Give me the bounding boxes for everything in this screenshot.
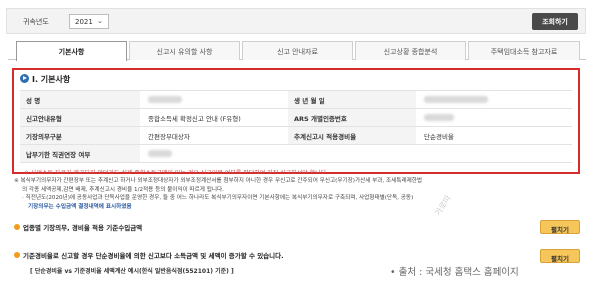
label-bookkeeping: 기장의무구분 bbox=[20, 126, 140, 145]
tab-bar: 기본사항 신고시 유의할 사항 신고 안내자료 신고상황 종합분석 주택임대소득… bbox=[8, 41, 586, 61]
item-criteria: 업종별 기장의무, 경비율 적용 기준수입금액 bbox=[14, 222, 142, 232]
item-standard-rate: 기준경비율로 신고할 경우 단순경비율에 의한 신고보다 소득금액 및 세액이 … bbox=[14, 250, 284, 260]
value-birthdate bbox=[416, 90, 572, 109]
value-expense-rate: 단순경비율 bbox=[416, 126, 572, 145]
label-deadline-extension: 납부기한 직권연장 여부 bbox=[20, 144, 140, 163]
bullet-icon bbox=[14, 252, 20, 258]
table-row: 신고안내유형 종합소득세 확정신고 안내 (F유형) ARS 개별인증번호 bbox=[20, 108, 572, 127]
value-ars bbox=[416, 108, 572, 127]
year-label: 귀속년도 bbox=[23, 18, 49, 26]
blurred-value bbox=[424, 96, 488, 103]
value-name bbox=[140, 90, 288, 109]
blurred-value bbox=[424, 114, 454, 121]
source-caption: • 출처 : 국세청 홈택스 홈페이지 bbox=[390, 267, 519, 278]
blurred-value bbox=[148, 96, 182, 103]
section-title: Ⅰ. 기본사항 bbox=[20, 74, 70, 85]
bullet-icon bbox=[14, 224, 20, 230]
value-deadline-extension bbox=[140, 144, 288, 163]
expand-button[interactable]: 펼치기 bbox=[540, 220, 580, 234]
basic-info-section: Ⅰ. 기본사항 성 명 생 년 월 일 신고안내유형 종합소득세 확정신고 안내… bbox=[12, 68, 580, 174]
label-name: 성 명 bbox=[20, 90, 140, 109]
info-table: 성 명 생 년 월 일 신고안내유형 종합소득세 확정신고 안내 (F유형) A… bbox=[20, 90, 572, 163]
chevron-down-icon: ⌄ bbox=[97, 17, 103, 25]
lookup-button[interactable]: 조회하기 bbox=[532, 13, 578, 30]
note-line: ※ 복식부기의무자가 간편장부 또는 추계신고 하거나 외부조정대상자가 외부조… bbox=[14, 178, 423, 184]
tab-basic-info[interactable]: 기본사항 bbox=[16, 41, 127, 61]
tab-notes[interactable]: 신고시 유의할 사항 bbox=[129, 41, 240, 60]
value-guide-type: 종합소득세 확정신고 안내 (F유형) bbox=[140, 108, 288, 127]
year-select[interactable]: 2021 ⌄ bbox=[69, 14, 109, 29]
label-ars: ARS 개별인증번호 bbox=[288, 108, 416, 127]
tab-housing-rental[interactable]: 주택임대소득 참고자료 bbox=[468, 41, 580, 60]
table-row: 기장의무구분 간편장부대상자 추계신고시 적용경비율 단순경비율 bbox=[20, 126, 572, 145]
tab-analysis[interactable]: 신고상황 종합분석 bbox=[355, 41, 466, 60]
note-line: 의 각종 세액공제,감면 배제, 추계신고시 경비율 1/2적용 등의 불이익이… bbox=[22, 186, 224, 193]
expand-button[interactable]: 펼치기 bbox=[540, 249, 580, 263]
play-icon bbox=[20, 74, 29, 83]
sub-note: [ 단순경비율 vs 기준경비율 세액계산 예시(한식 일반음식점(552101… bbox=[30, 268, 234, 275]
year-value: 2021 bbox=[75, 18, 93, 26]
label-birthdate: 생 년 월 일 bbox=[288, 90, 416, 109]
label-expense-rate: 추계신고시 적용경비율 bbox=[288, 126, 416, 145]
filter-bar: 귀속년도 2021 ⌄ 조회하기 bbox=[6, 8, 586, 34]
tab-guide[interactable]: 신고 안내자료 bbox=[242, 41, 353, 60]
table-row: 납부기한 직권연장 여부 bbox=[20, 144, 572, 163]
label-guide-type: 신고안내유형 bbox=[20, 108, 140, 127]
table-row: 성 명 생 년 월 일 bbox=[20, 90, 572, 109]
value-bookkeeping: 간편장부대상자 bbox=[140, 126, 288, 145]
cut-notice: ※ 사업소득 자료가 제공되지 않더라도 실제 종합소득금액이 있는 경우 신고… bbox=[24, 170, 329, 174]
blurred-value bbox=[148, 150, 172, 157]
